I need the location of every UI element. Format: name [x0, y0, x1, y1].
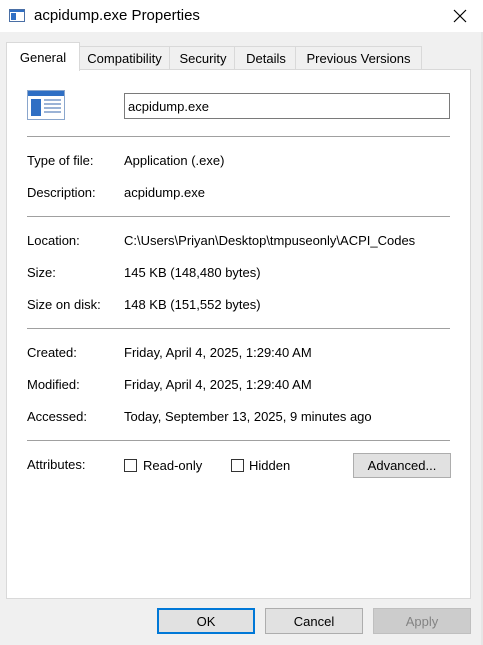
type-of-file-value: Application (.exe): [124, 153, 225, 168]
filename-input[interactable]: [124, 93, 450, 119]
application-file-icon: [27, 90, 65, 120]
close-button[interactable]: [437, 0, 483, 32]
tab-compatibility[interactable]: Compatibility: [77, 46, 172, 69]
type-of-file-label: Type of file:: [27, 153, 94, 168]
separator: [27, 136, 450, 137]
tab-label: General: [19, 49, 67, 65]
size-value: 145 KB (148,480 bytes): [124, 265, 261, 280]
tab-label: Details: [246, 50, 286, 66]
tab-details[interactable]: Details: [234, 46, 298, 69]
readonly-checkbox[interactable]: [124, 459, 137, 472]
tab-security[interactable]: Security: [169, 46, 237, 69]
tab-label: Previous Versions: [306, 50, 411, 66]
size-label: Size:: [27, 265, 56, 280]
ok-button[interactable]: OK: [157, 608, 255, 634]
location-value: C:\Users\Priyan\Desktop\tmpuseonly\ACPI_…: [124, 233, 416, 248]
advanced-button-label: Advanced...: [367, 458, 437, 473]
accessed-value: Today, September 13, 2025, 9 minutes ago: [124, 409, 372, 424]
size-on-disk-label: Size on disk:: [27, 297, 101, 312]
created-label: Created:: [27, 345, 77, 360]
created-value: Friday, April 4, 2025, 1:29:40 AM: [124, 345, 312, 360]
hidden-label[interactable]: Hidden: [249, 458, 290, 473]
separator: [27, 440, 450, 441]
window-title: acpidump.exe Properties: [34, 7, 200, 24]
advanced-button[interactable]: Advanced...: [353, 453, 451, 478]
ok-button-label: OK: [196, 613, 216, 629]
separator: [27, 328, 450, 329]
description-label: Description:: [27, 185, 96, 200]
attributes-label: Attributes:: [27, 457, 86, 472]
hidden-checkbox[interactable]: [231, 459, 244, 472]
application-icon: [9, 9, 25, 22]
size-on-disk-value: 148 KB (151,552 bytes): [124, 297, 261, 312]
apply-button-label: Apply: [405, 613, 439, 629]
title-bar: acpidump.exe Properties: [0, 0, 483, 32]
tab-label: Security: [179, 50, 227, 66]
modified-value: Friday, April 4, 2025, 1:29:40 AM: [124, 377, 312, 392]
tab-general[interactable]: General: [6, 42, 80, 71]
general-panel: Type of file: Application (.exe) Descrip…: [6, 69, 471, 599]
close-icon: [453, 9, 467, 23]
separator: [27, 216, 450, 217]
tab-label: Compatibility: [87, 50, 162, 66]
modified-label: Modified:: [27, 377, 80, 392]
accessed-label: Accessed:: [27, 409, 87, 424]
cancel-button[interactable]: Cancel: [265, 608, 363, 634]
location-label: Location:: [27, 233, 80, 248]
apply-button[interactable]: Apply: [373, 608, 471, 634]
tab-previous-versions[interactable]: Previous Versions: [295, 46, 422, 69]
cancel-button-label: Cancel: [293, 613, 335, 629]
description-value: acpidump.exe: [124, 185, 205, 200]
readonly-label[interactable]: Read-only: [143, 458, 202, 473]
